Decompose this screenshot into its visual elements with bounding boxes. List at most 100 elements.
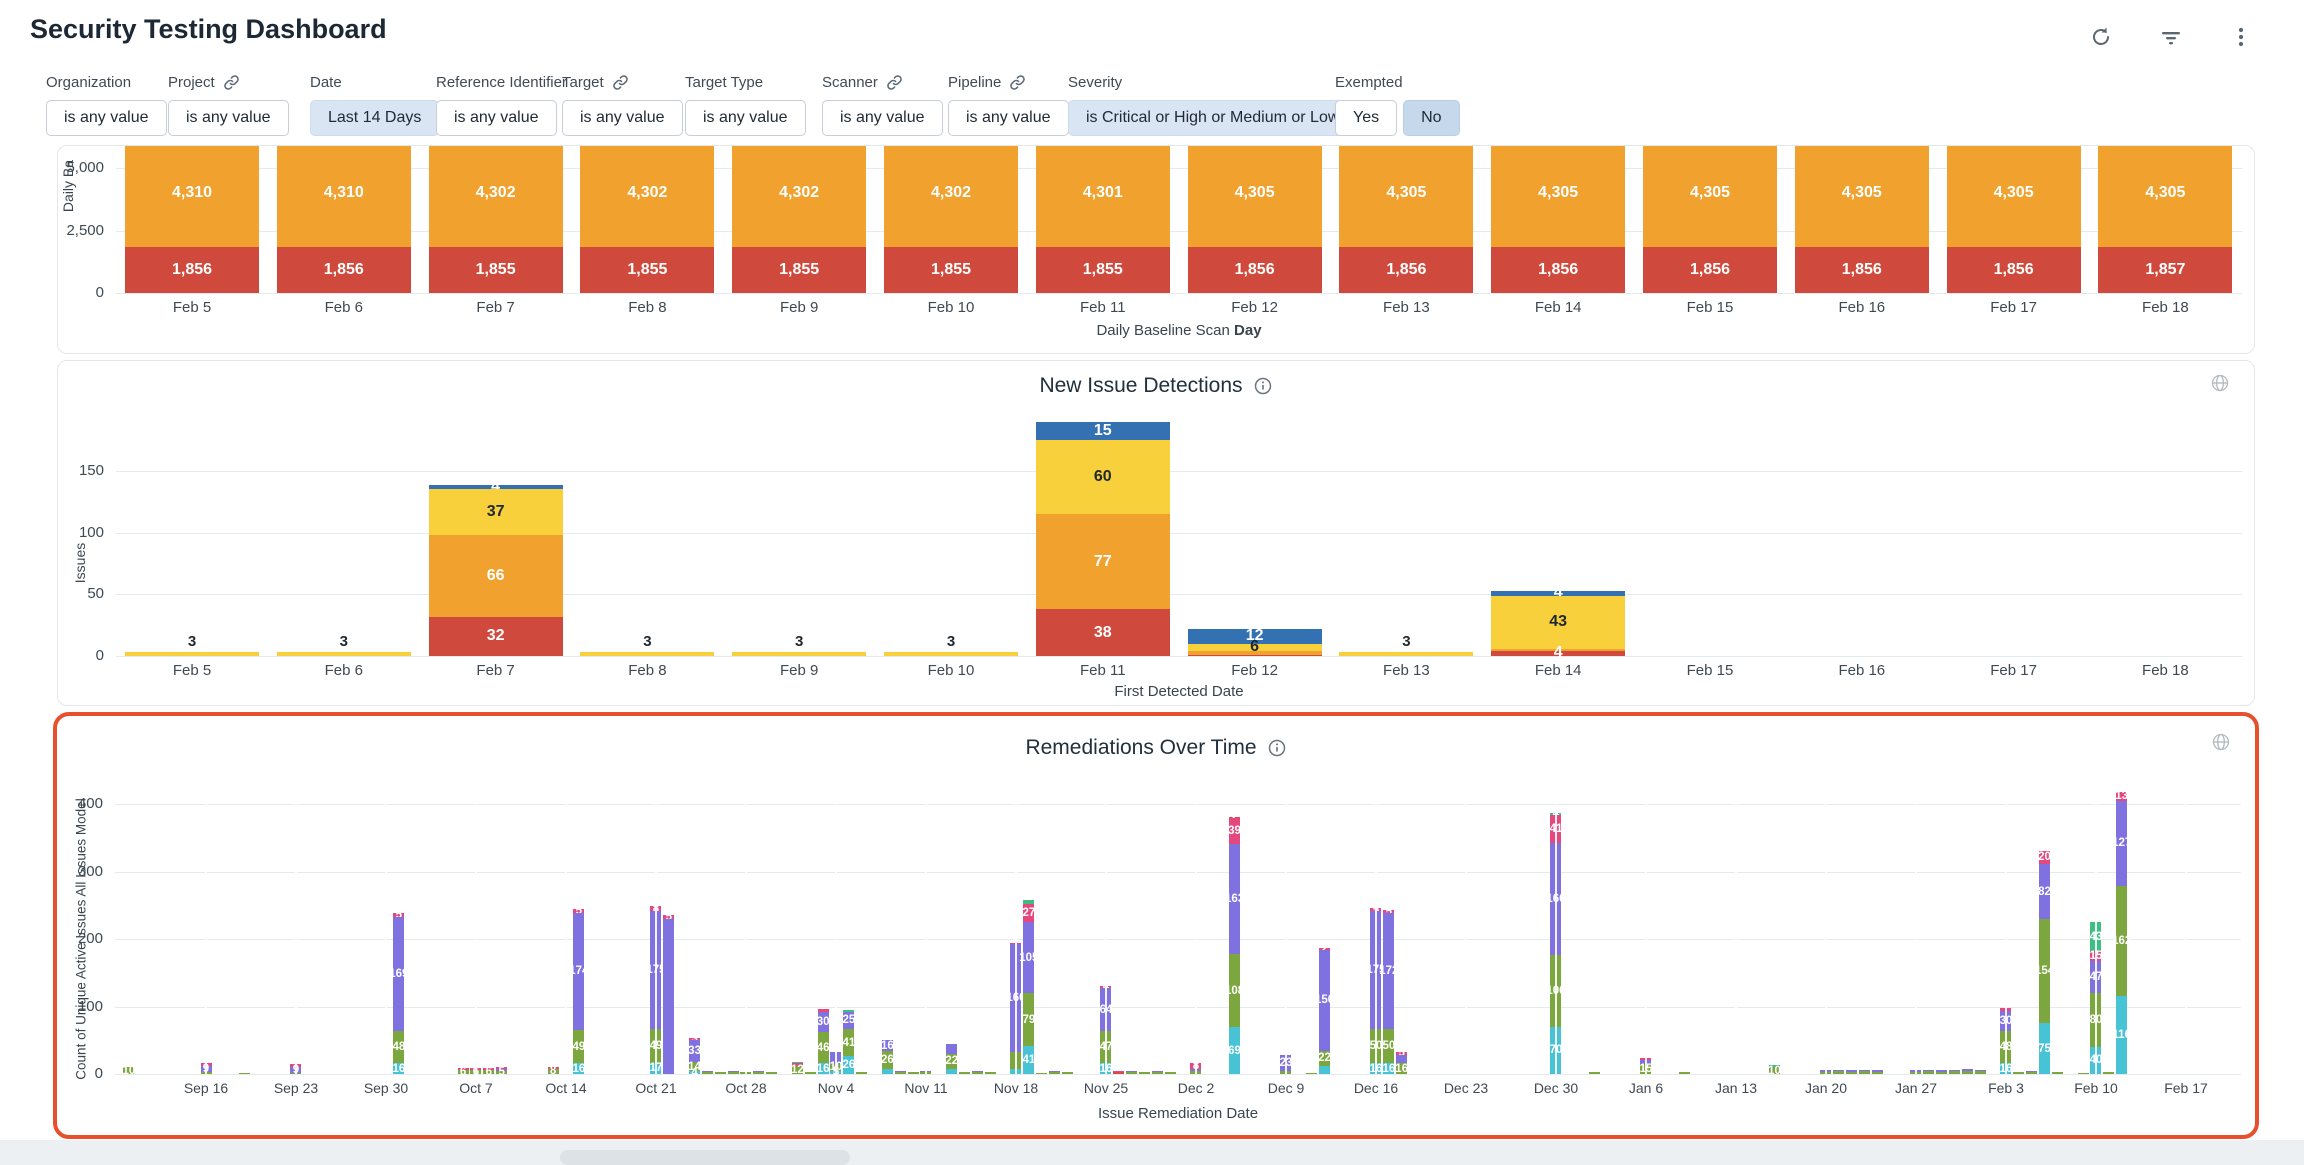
remediation-bar[interactable] [1139,1072,1150,1074]
bar-feb-14[interactable]: 4434 [1491,591,1625,656]
bar-segment-orange[interactable]: 4,310 [125,145,259,247]
bar-segment-teal[interactable]: 16 [818,1063,829,1074]
bar-segment-green[interactable] [2078,1073,2089,1074]
remediation-bar[interactable]: 254126 [843,1010,854,1074]
bar-segment-green[interactable] [1936,1072,1947,1074]
bar-segment-red[interactable]: 1,856 [125,247,259,293]
remediation-bar[interactable] [856,1072,867,1074]
bar-segment-green[interactable] [985,1072,996,1074]
remediation-bar[interactable] [1165,1072,1176,1074]
bar-feb-11[interactable]: 4,3011,855 [1036,145,1170,293]
filter-target-type-value[interactable]: is any value [685,100,806,136]
bar-segment-red[interactable]: 4 [1491,651,1625,656]
bar-segment-green[interactable] [1165,1072,1176,1074]
remediation-bar[interactable]: 13127162116 [2116,792,2127,1074]
bar-segment-red[interactable]: 1,855 [732,247,866,293]
remediation-bar[interactable] [985,1072,996,1074]
bar-segment-purple[interactable]: 25 [843,1012,854,1029]
remediation-bar[interactable] [2026,1071,2037,1074]
remediation-bar[interactable] [728,1071,739,1074]
filter-organization-value[interactable]: is any value [46,100,167,136]
bar-segment-green[interactable]: 6 [458,1070,469,1074]
bar-feb-5[interactable]: 4,3101,856 [125,145,259,293]
bar-segment-green[interactable] [753,1072,764,1074]
info-icon[interactable] [1267,738,1287,758]
bar-segment-teal[interactable]: 41 [1023,1046,1034,1074]
bar-feb-9[interactable]: 4,3021,855 [732,145,866,293]
bar-segment-red[interactable]: 1,856 [1339,247,1473,293]
refresh-icon[interactable] [2088,24,2114,50]
bar-segment-red[interactable]: 1,856 [1491,247,1625,293]
bar-segment-green[interactable]: 108 [1229,954,1240,1027]
remediation-bar[interactable] [1126,1071,1137,1074]
bar-segment-green[interactable] [1962,1071,1973,1074]
bar-feb-11[interactable]: 15607738 [1036,422,1170,656]
remediation-bar[interactable]: 6 [458,1068,469,1074]
bar-segment-purple[interactable]: 174 [573,913,584,1030]
bar-segment-yellow[interactable] [277,652,411,656]
more-menu-icon[interactable] [2228,24,2254,50]
remediation-bar[interactable] [1949,1070,1960,1074]
remediation-bar[interactable] [702,1071,713,1074]
remediation-bar[interactable] [1859,1070,1870,1074]
bar-segment-pink[interactable]: 20 [2039,851,2050,865]
bar-segment-purple[interactable]: 16 [882,1040,893,1051]
remediation-bar[interactable]: 51725016 [1383,910,1394,1074]
bar-segment-green[interactable] [728,1072,739,1074]
remediation-bar[interactable] [1036,1073,1047,1075]
bar-feb-7[interactable]: 4376632 [429,485,563,656]
bar-segment-green[interactable]: 10 [1769,1067,1780,1074]
bar-segment-red[interactable]: 1,856 [1643,247,1777,293]
bar-feb-14[interactable]: 4,3051,856 [1491,145,1625,293]
remediation-bar[interactable] [239,1073,250,1075]
bar-segment-yellow[interactable]: 37 [429,489,563,535]
bar-segment-green[interactable]: 154 [2039,919,2050,1023]
bar-feb-13[interactable]: 3 [1339,652,1473,656]
bar-segment-red[interactable]: 1,856 [277,247,411,293]
bar-segment-green[interactable]: 46 [818,1032,829,1063]
bar-segment-red[interactable]: 1,855 [580,247,714,293]
bar-segment-yellow[interactable]: 60 [1036,440,1170,514]
remediation-bar[interactable]: 6 [483,1068,494,1074]
remediation-bar[interactable] [2103,1072,2114,1074]
remediation-bar[interactable] [1923,1070,1934,1074]
bar-feb-8[interactable]: 4,3021,855 [580,145,714,293]
bar-feb-17[interactable]: 4,3051,856 [1947,145,2081,293]
bar-feb-18[interactable]: 4,3051,857 [2098,145,2232,293]
bar-segment-red3[interactable] [1113,1072,1124,1074]
bar-segment-orange[interactable]: 4,302 [580,145,714,247]
bar-segment-teal[interactable]: 16 [573,1063,584,1074]
bar-segment-purple[interactable]: 33 [689,1040,700,1062]
bar-segment-green[interactable] [239,1073,250,1074]
bar-segment-green[interactable] [2013,1072,2024,1074]
bar-segment-green[interactable]: 12 [792,1066,803,1074]
bar-segment-pink[interactable]: 13 [2116,792,2127,801]
remediation-bar[interactable]: 333144 [689,1038,700,1074]
remediation-bar[interactable]: 304616 [818,1009,829,1074]
bar-feb-13[interactable]: 4,3051,856 [1339,145,1473,293]
horizontal-scrollbar-thumb[interactable] [560,1150,850,1165]
remediation-bar[interactable] [2013,1072,2024,1074]
bar-segment-purple[interactable] [946,1044,957,1054]
bar-segment-green[interactable] [908,1072,919,1074]
bar-segment-orange[interactable]: 4,305 [1795,145,1929,247]
bar-feb-8[interactable]: 3 [580,652,714,656]
bar-segment-green[interactable]: 162 [2116,886,2127,995]
bar-segment-purple[interactable] [1396,1055,1407,1063]
bar-segment-orange[interactable]: 4,310 [277,145,411,247]
remediation-bar[interactable] [1679,1072,1690,1074]
bar-segment-green[interactable] [972,1072,983,1074]
remediation-bar[interactable]: 10 [1769,1065,1780,1074]
bar-segment-green[interactable] [1949,1071,1960,1074]
remediation-bar[interactable]: 215022 [1319,948,1330,1074]
bar-segment-green[interactable] [2052,1072,2063,1074]
filter-pipeline-value[interactable]: is any value [948,100,1069,136]
filter-project-value[interactable]: is any value [168,100,289,136]
bar-segment-orange[interactable]: 4,305 [1339,145,1473,247]
bar-segment-purple[interactable]: 30 [818,1012,829,1032]
bar-segment-green[interactable] [1679,1072,1690,1074]
bar-segment-green[interactable] [895,1072,906,1074]
bar-segment-yellow[interactable] [580,652,714,656]
bar-segment-orange[interactable]: 4,305 [2098,145,2232,247]
bar-segment-green[interactable] [1589,1072,1600,1074]
